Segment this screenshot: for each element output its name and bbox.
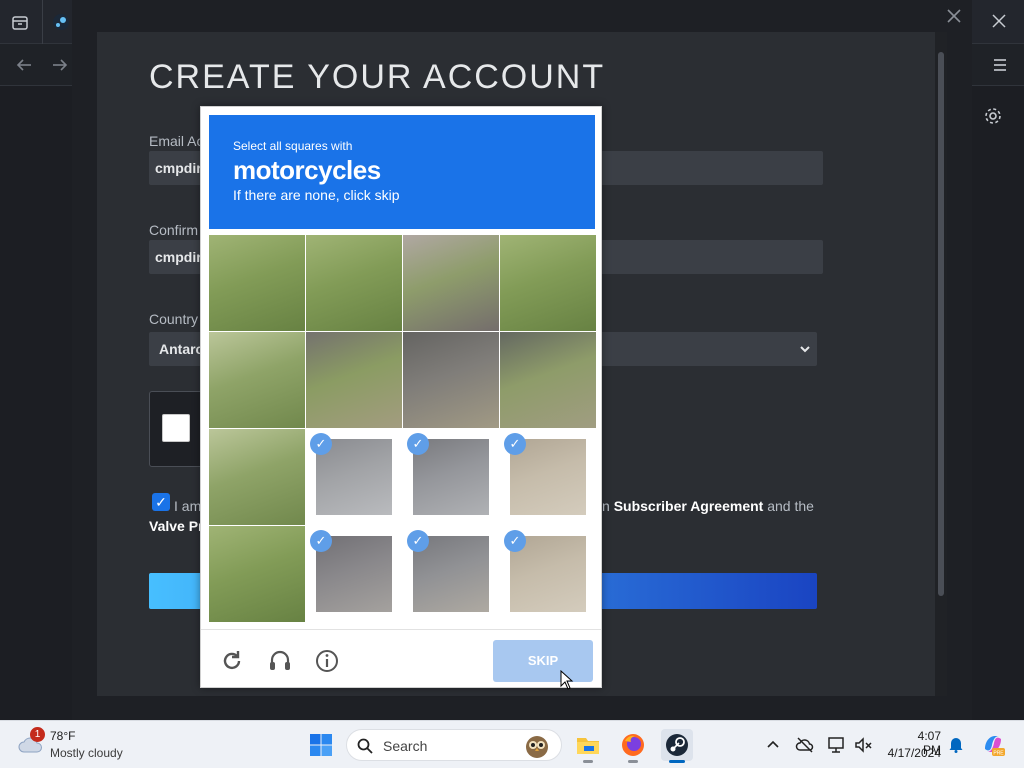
folder-icon: [577, 738, 599, 754]
chevron-down-icon: [800, 346, 810, 353]
svg-text:PRE: PRE: [993, 751, 1004, 757]
captcha-target: motorcycles: [233, 155, 381, 185]
archive-icon[interactable]: [10, 12, 30, 32]
captcha-tile-grass-tall[interactable]: [209, 429, 305, 525]
captcha-tile-image: [306, 235, 402, 331]
notification-bell-icon[interactable]: [948, 735, 964, 753]
skip-button[interactable]: SKIP: [493, 640, 593, 682]
selected-check-icon: ✓: [504, 433, 526, 455]
captcha-tile-person-head[interactable]: [403, 235, 499, 331]
captcha-hint: If there are none, click skip: [233, 187, 400, 203]
refresh-icon[interactable]: [219, 648, 245, 674]
steam-app[interactable]: [661, 729, 693, 763]
app-indicator: [628, 760, 638, 763]
weather-condition[interactable]: Mostly cloudy: [50, 746, 123, 760]
modal-close-icon[interactable]: [946, 8, 962, 24]
firefox-icon: [622, 734, 644, 756]
taskbar-search[interactable]: Search: [346, 729, 562, 761]
captcha-tile-motorcycle-lower[interactable]: ✓: [403, 526, 499, 622]
weather-badge: 1: [30, 727, 45, 742]
selected-check-icon: ✓: [504, 530, 526, 552]
file-explorer-app[interactable]: [572, 729, 604, 763]
captcha-tile-image: [500, 332, 596, 428]
window-close-icon[interactable]: [990, 12, 1008, 30]
left-background: [0, 86, 72, 720]
captcha-tile-motorcycle-wheel[interactable]: ✓: [306, 526, 402, 622]
captcha-image-grid: ✓ ✓ ✓ ✓ ✓ ✓: [209, 235, 596, 622]
clock-date[interactable]: 4/17/2024: [884, 746, 941, 760]
captcha-tile-image: [403, 332, 499, 428]
back-arrow-icon[interactable]: [14, 55, 34, 75]
captcha-tile-image: [209, 235, 305, 331]
selected-check-icon: ✓: [407, 433, 429, 455]
firefox-app[interactable]: [617, 729, 649, 763]
scrollbar-thumb[interactable]: [938, 52, 944, 596]
captcha-checkbox[interactable]: [162, 414, 190, 442]
captcha-tile-image: [209, 332, 305, 428]
search-icon: [357, 738, 373, 754]
confirm-email-label: Confirm: [149, 222, 199, 238]
right-background: [972, 86, 1024, 720]
captcha-tile-image: [209, 429, 305, 525]
agree-checkbox[interactable]: ✓: [152, 493, 170, 511]
captcha-tile-motorcycle-handle[interactable]: [500, 332, 596, 428]
taskbar: 1 78°F Mostly cloudy Search 4:07 PM 4/17…: [0, 720, 1024, 768]
captcha-tile-image: [403, 235, 499, 331]
divider: [42, 0, 43, 44]
captcha-tile-dirt-road[interactable]: ✓: [500, 429, 596, 525]
app-indicator: [583, 760, 593, 763]
country-label: Country: [149, 311, 199, 327]
steam-tab-icon[interactable]: [52, 13, 70, 31]
app-indicator: [669, 760, 685, 763]
captcha-tile-motorcycle-body[interactable]: ✓: [403, 429, 499, 525]
search-placeholder: Search: [383, 738, 428, 754]
captcha-tile-dirt-road[interactable]: ✓: [500, 526, 596, 622]
captcha-tile-grass[interactable]: [209, 235, 305, 331]
captcha-prompt: Select all squares with motorcycles If t…: [209, 115, 595, 229]
forward-arrow-icon[interactable]: [50, 55, 70, 75]
steam-icon: [666, 734, 688, 756]
mouse-cursor-icon: [560, 670, 574, 690]
page-title: CREATE YOUR ACCOUNT: [149, 58, 606, 96]
network-icon[interactable]: [827, 735, 847, 755]
captcha-tile-rider-arm[interactable]: [306, 332, 402, 428]
subscriber-agreement-link[interactable]: Subscriber Agreement: [614, 498, 764, 514]
privacy-policy-link[interactable]: Valve Pr: [149, 518, 204, 534]
hamburger-menu-icon[interactable]: [990, 55, 1010, 75]
selected-check-icon: ✓: [310, 530, 332, 552]
captcha-tile-grass-tall[interactable]: [209, 332, 305, 428]
search-highlight-owl-icon: [526, 736, 548, 758]
selected-check-icon: ✓: [310, 433, 332, 455]
weather-temp[interactable]: 78°F: [50, 729, 75, 743]
captcha-tile-grass[interactable]: [306, 235, 402, 331]
captcha-footer: SKIP: [201, 629, 601, 687]
windows-start-icon[interactable]: [309, 733, 333, 757]
captcha-challenge: Select all squares with motorcycles If t…: [200, 106, 602, 688]
settings-gear-icon[interactable]: [982, 105, 1004, 127]
captcha-instruction: Select all squares with: [233, 139, 353, 153]
volume-muted-icon[interactable]: [853, 735, 873, 755]
audio-icon[interactable]: [267, 648, 293, 674]
info-icon[interactable]: [314, 648, 340, 674]
captcha-tile-motorcycle-front[interactable]: ✓: [306, 429, 402, 525]
chevron-up-icon[interactable]: [763, 735, 783, 755]
captcha-tile-image: [209, 526, 305, 622]
agree-text-tail: n Subscriber Agreement and the: [602, 498, 814, 514]
country-value: Antarc: [159, 341, 204, 357]
selected-check-icon: ✓: [407, 530, 429, 552]
agree-text: I am: [174, 498, 202, 514]
captcha-tile-grass[interactable]: [500, 235, 596, 331]
captcha-tile-grass[interactable]: [209, 526, 305, 622]
cloud-sync-icon[interactable]: [795, 735, 815, 755]
captcha-tile-image: [500, 235, 596, 331]
captcha-tile-image: [306, 332, 402, 428]
copilot-icon[interactable]: PRE: [980, 731, 1006, 757]
email-label: Email Ac: [149, 133, 204, 149]
captcha-tile-rider-body[interactable]: [403, 332, 499, 428]
